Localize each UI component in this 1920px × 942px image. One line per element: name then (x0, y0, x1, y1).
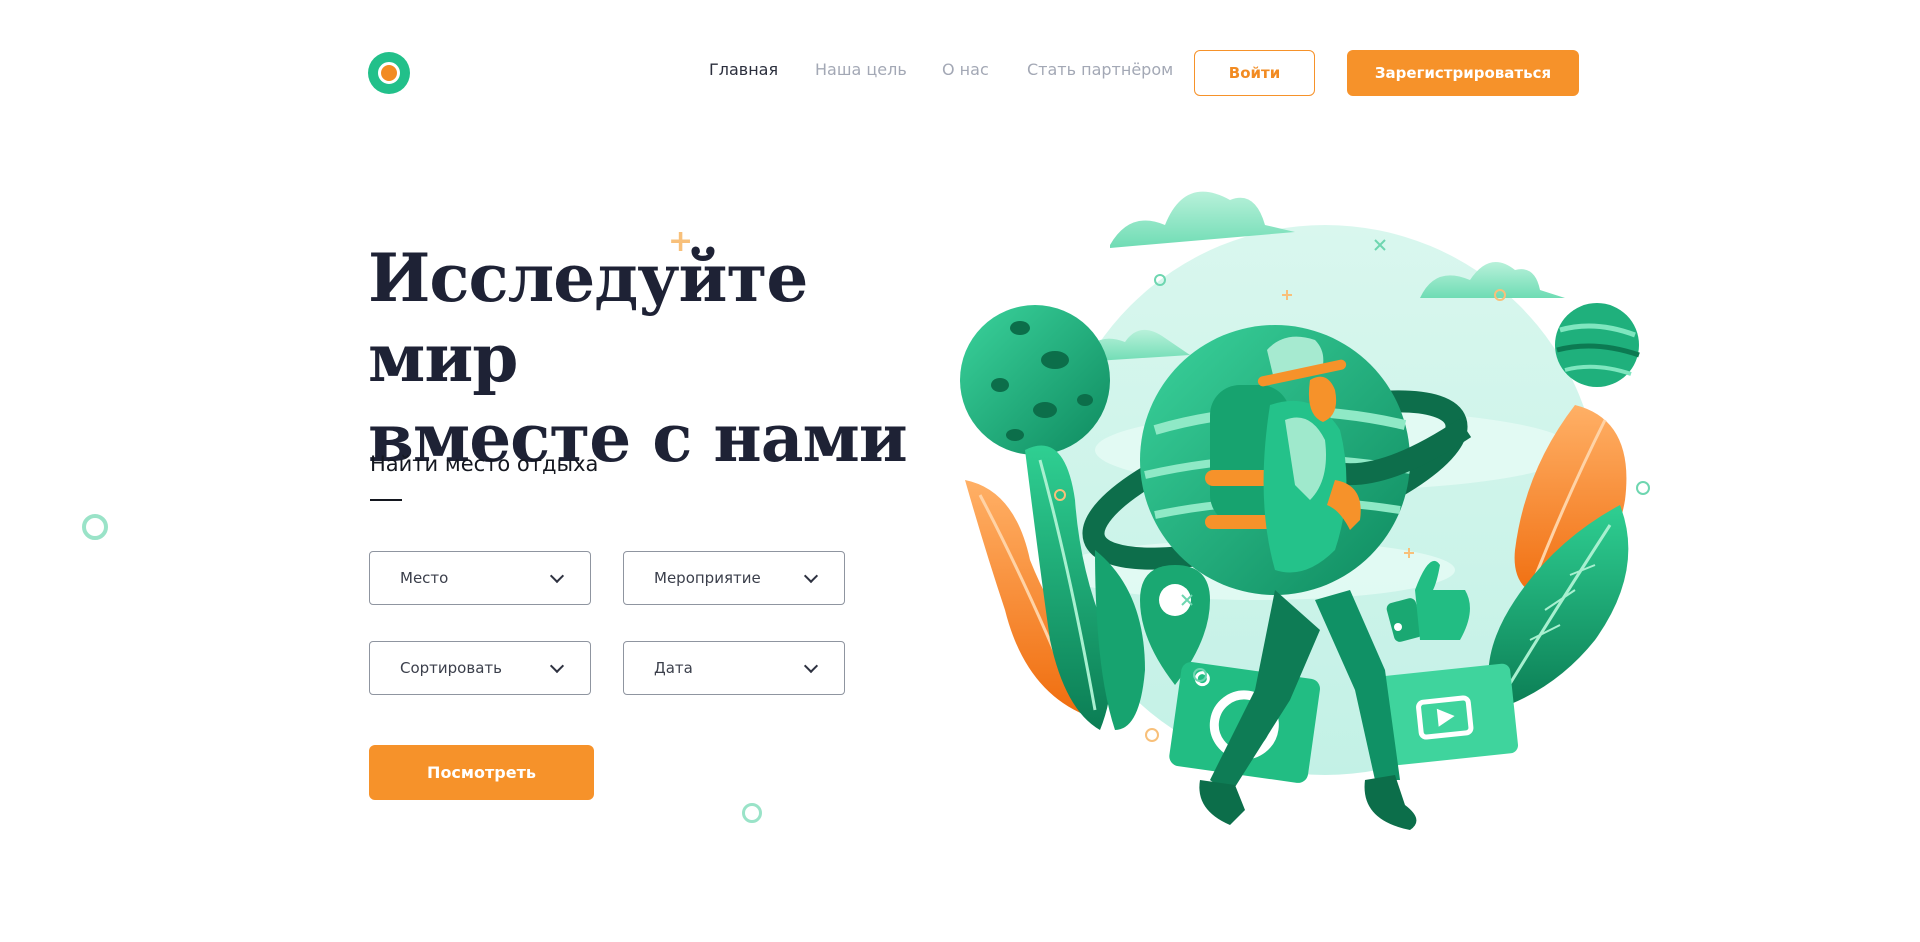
login-button[interactable]: Войти (1194, 50, 1315, 96)
search-heading: Найти место отдыха (370, 452, 599, 476)
view-button[interactable]: Посмотреть (369, 745, 594, 800)
event-select-label: Мероприятие (654, 569, 761, 587)
register-button[interactable]: Зарегистрироваться (1347, 50, 1579, 96)
hero-title-line1: Исследуйте мир (368, 239, 808, 397)
place-select[interactable]: Место (369, 551, 591, 605)
event-select[interactable]: Мероприятие (623, 551, 845, 605)
hero-title: Исследуйте мир вместе с нами (368, 238, 928, 478)
ring-decoration (742, 803, 762, 823)
nav-our-goal[interactable]: Наша цель (815, 60, 907, 79)
striped-planet-icon (1555, 303, 1640, 387)
nav-about[interactable]: О нас (942, 60, 989, 79)
chevron-down-icon (803, 568, 819, 583)
sort-select[interactable]: Сортировать (369, 641, 591, 695)
search-heading-underline (370, 499, 402, 501)
nav-home[interactable]: Главная (709, 60, 778, 79)
chevron-down-icon (549, 658, 565, 673)
place-select-label: Место (400, 569, 449, 587)
logo-dot (378, 62, 400, 84)
chevron-down-icon (549, 568, 565, 583)
ring-decoration (82, 514, 108, 540)
plus-decoration-icon: + (668, 224, 694, 259)
crater-planet-icon (960, 305, 1110, 455)
logo[interactable] (368, 52, 410, 94)
chevron-down-icon (803, 658, 819, 673)
traveler-illustration (960, 191, 1650, 830)
sort-select-label: Сортировать (400, 659, 502, 677)
nav-become-partner[interactable]: Стать партнёром (1027, 60, 1173, 79)
date-select[interactable]: Дата (623, 641, 845, 695)
date-select-label: Дата (654, 659, 693, 677)
